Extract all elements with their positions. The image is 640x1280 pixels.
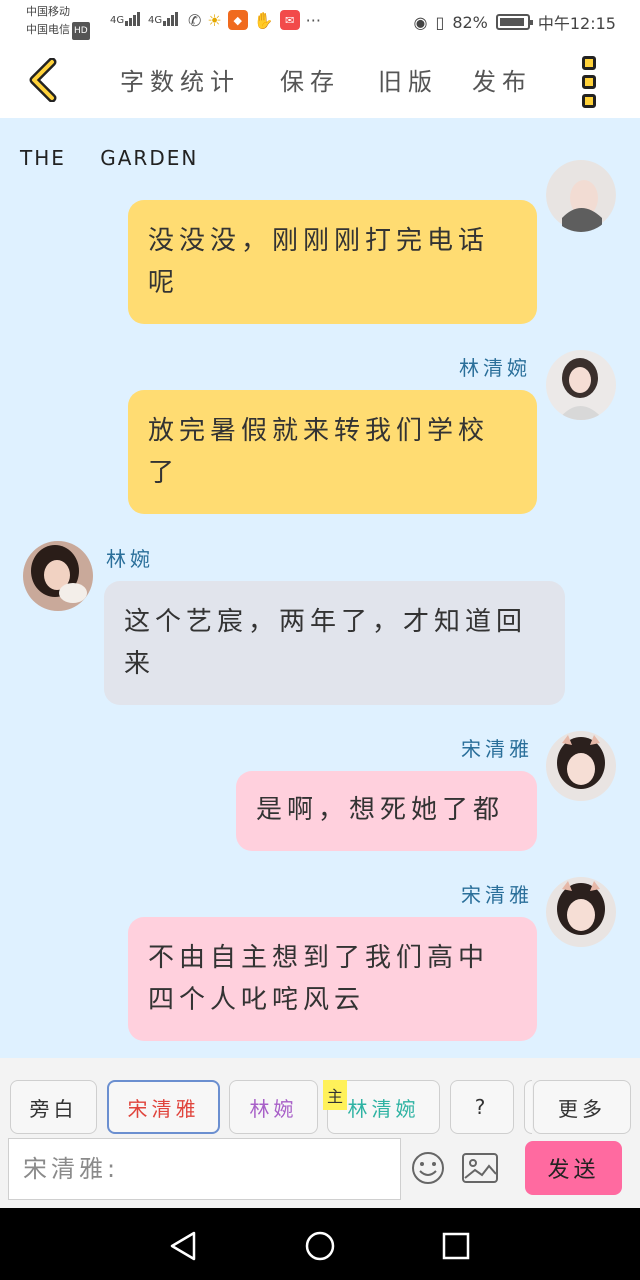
notification-icons: ✆ ☀ ◆ ✋ ✉ ··· [188,10,321,30]
triangle-back-icon [170,1231,196,1261]
carrier-1: 中国移动 [26,5,70,18]
avatar-songqingya[interactable] [546,731,616,801]
message-bubble[interactable]: 放完暑假就来转我们学校了 [128,390,537,514]
status-bar: 中国移动 中国电信 HD 4G 4G ✆ ☀ ◆ ✋ ✉ ··· ◉ ▯ 82% … [0,0,640,44]
sender-name: 林婉 [106,547,154,571]
message-bubble[interactable]: 不由自主想到了我们高中四个人叱咤风云 [128,917,537,1041]
message-bubble[interactable]: 没没没，刚刚刚打完电话呢 [128,200,537,324]
hand-icon: ✋ [253,10,274,30]
hd-badge: HD [72,22,90,40]
send-button[interactable]: 发送 [525,1141,622,1195]
signal-icon-2: 4G [148,12,179,26]
save-button[interactable]: 保存 [280,62,340,97]
message-text: 是啊，想死她了都 [256,795,505,825]
nav-home-button[interactable] [300,1226,340,1266]
message-input[interactable] [8,1138,401,1200]
avatar-songqingya[interactable] [546,877,616,947]
message-bubble[interactable]: 这个艺宸，两年了，才知道回来 [104,581,565,705]
nav-recent-button[interactable] [436,1226,476,1266]
main-role-badge: 主 [323,1080,347,1110]
missed-call-icon: ✆ [188,10,202,30]
composer-area: 旁白 宋清雅 林婉 林清婉 主 ? 更多 发送 [0,1058,640,1208]
image-button[interactable] [460,1148,500,1188]
avatar-linqingwan[interactable] [546,350,616,420]
word-count-button[interactable]: 字数统计 [120,62,240,97]
role-unknown-button[interactable]: ? [450,1080,514,1134]
vibrate-icon: ▯ [435,12,445,32]
chevron-left-icon [29,58,57,102]
chat-area[interactable]: THE GARDEN 没没没，刚刚刚打完电话呢 林清婉 放完暑假就来转我们学校了 [0,118,640,1058]
network-type-2: 4G [148,15,163,26]
old-version-button[interactable]: 旧版 [378,62,438,97]
status-right: ◉ ▯ 82% 中午12:15 [414,10,616,34]
app-icon-orange: ◆ [227,10,248,30]
message-text: 没没没，刚刚刚打完电话呢 [148,226,490,298]
message-bubble[interactable]: 是啊，想死她了都 [236,771,537,851]
bulb-icon: ☀ [207,10,222,30]
message-text: 放完暑假就来转我们学校了 [148,416,490,488]
sender-name: 宋清雅 [461,883,533,907]
app-icon-red: ✉ [279,10,300,30]
role-linwan-button[interactable]: 林婉 [229,1080,318,1134]
square-recent-icon [442,1232,470,1260]
navigation-bar [0,1208,640,1280]
role-songqingya-button[interactable]: 宋清雅 [107,1080,220,1134]
role-partial-button[interactable] [524,1080,532,1134]
eye-icon: ◉ [413,12,428,32]
nav-back-button[interactable] [163,1226,203,1266]
chat-title: THE GARDEN [20,146,199,170]
emoji-button[interactable] [408,1148,448,1188]
toolbar: 字数统计 保存 旧版 发布 [0,44,640,118]
image-icon [462,1153,498,1183]
network-type-1: 4G [110,15,125,26]
carrier-2: 中国电信 [26,23,70,36]
publish-button[interactable]: 发布 [472,62,532,97]
battery-icon [495,14,533,30]
signal-icon-1: 4G [110,12,141,26]
more-notifications-icon: ··· [305,10,321,30]
emoji-icon [412,1152,444,1184]
circle-home-icon [305,1231,335,1261]
battery-percent: 82% [452,12,488,32]
more-vertical-icon[interactable] [578,56,600,108]
avatar-linwan[interactable] [23,541,93,611]
carrier-info: 中国移动 中国电信 HD [26,3,90,40]
avatar-linqingwan[interactable] [546,158,616,232]
role-narration-button[interactable]: 旁白 [10,1080,97,1134]
message-text: 不由自主想到了我们高中四个人叱咤风云 [148,943,490,1015]
back-button[interactable] [18,52,68,108]
more-roles-button[interactable]: 更多 [533,1080,631,1134]
sender-name: 林清婉 [459,356,531,380]
sender-name: 宋清雅 [461,737,533,761]
message-text: 这个艺宸，两年了，才知道回来 [124,607,528,679]
clock: 中午12:15 [537,14,616,33]
